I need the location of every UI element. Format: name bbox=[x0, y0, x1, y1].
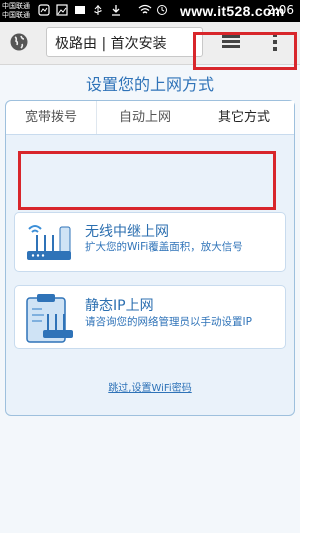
option-description: 扩大您的WiFi覆盖面积，放大信号 bbox=[85, 241, 243, 253]
static-ip-clipboard-icon bbox=[26, 294, 73, 343]
status-bar: 中国联通 中国联通 www.it528.com 2:06 bbox=[0, 0, 300, 22]
option-title: 静态IP上网 bbox=[85, 298, 154, 314]
option-description: 请咨询您的网络管理员以手动设置IP bbox=[85, 316, 252, 328]
page-content: 设置您的上网方式 宽带拨号 自动上网 其它方式 无线中继上网 扩大您的WiFi覆… bbox=[0, 65, 300, 533]
option-static-ip[interactable]: 静态IP上网 请咨询您的网络管理员以手动设置IP bbox=[14, 285, 286, 349]
carrier-label-1: 中国联通 bbox=[2, 2, 30, 10]
message-icon bbox=[75, 6, 85, 14]
connection-tabs: 宽带拨号 自动上网 其它方式 bbox=[6, 101, 294, 135]
address-bar[interactable]: 极路由 | 首次安装 bbox=[46, 27, 203, 57]
clock-time: 2:06 bbox=[267, 3, 294, 17]
repeater-router-icon bbox=[27, 225, 71, 260]
skip-link[interactable]: 跳过,设置WiFi密码 bbox=[0, 379, 300, 394]
option-wireless-repeater[interactable]: 无线中继上网 扩大您的WiFi覆盖面积，放大信号 bbox=[14, 212, 286, 272]
page-heading: 设置您的上网方式 bbox=[85, 75, 214, 94]
download-icon bbox=[112, 5, 120, 16]
tab-pppoe[interactable]: 宽带拨号 bbox=[6, 101, 97, 134]
usb-icon bbox=[94, 5, 102, 15]
highlight-box-tab bbox=[193, 32, 297, 70]
address-text: 极路由 | 首次安装 bbox=[55, 36, 167, 52]
alarm-icon bbox=[157, 5, 167, 15]
globe-icon[interactable] bbox=[9, 32, 29, 52]
image-icon bbox=[56, 4, 68, 16]
carrier-label-2: 中国联通 bbox=[2, 11, 30, 19]
option-title: 无线中继上网 bbox=[85, 224, 169, 240]
tab-other[interactable]: 其它方式 bbox=[194, 101, 294, 134]
wifi-icon bbox=[138, 4, 152, 14]
notification-icon bbox=[38, 4, 50, 16]
highlight-box-option bbox=[18, 151, 276, 210]
tab-dhcp[interactable]: 自动上网 bbox=[97, 101, 193, 134]
